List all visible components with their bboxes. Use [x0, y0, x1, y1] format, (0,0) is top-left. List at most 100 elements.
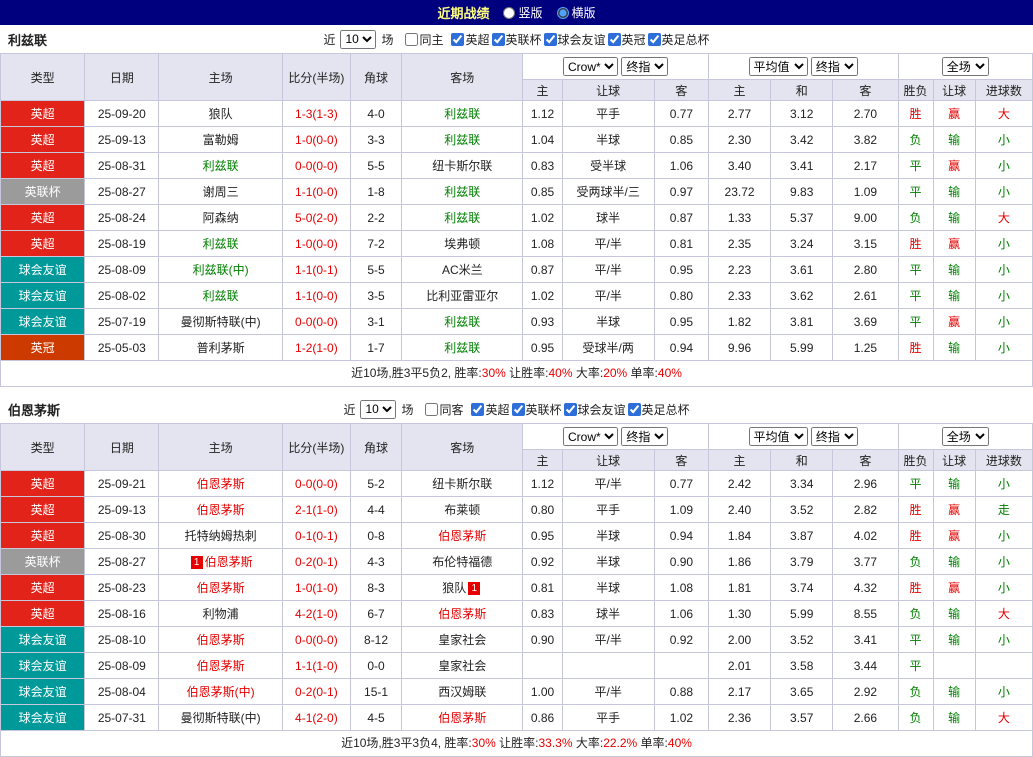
team-name: 利兹联 — [8, 30, 47, 49]
league-filter-checkbox[interactable] — [492, 33, 505, 46]
goals-result-cell: 小 — [975, 335, 1032, 361]
corner-score: 4-3 — [350, 549, 401, 575]
eu-stage-select[interactable]: 终指 — [811, 57, 858, 76]
col-goals: 进球数 — [975, 80, 1032, 101]
team-section: 利兹联 近10场同主英超英联杯球会友谊英冠英足总杯 类型 日期 主场 比分(半场… — [0, 25, 1033, 387]
corner-score: 4-0 — [350, 101, 401, 127]
league-filter-checkbox[interactable] — [608, 33, 621, 46]
recent-count-select[interactable]: 10 — [360, 400, 396, 419]
league-filter[interactable]: 英冠 — [608, 31, 646, 48]
scope-select[interactable]: 全场 — [942, 427, 989, 446]
horizontal-radio[interactable] — [557, 7, 569, 19]
eu-home-odds: 2.30 — [708, 127, 770, 153]
goals-result-cell: 小 — [975, 679, 1032, 705]
league-filter-label: 球会友谊 — [558, 31, 606, 48]
league-filter-checkbox[interactable] — [564, 403, 577, 416]
away-team: 利兹联 — [402, 101, 523, 127]
eu-bookmaker-select[interactable]: 平均值 — [749, 427, 808, 446]
away-team: 纽卡斯尔联 — [402, 471, 523, 497]
corner-score: 6-7 — [350, 601, 401, 627]
euro-odds-controls: 平均值 终指 — [708, 424, 898, 450]
eu-stage-select[interactable]: 终指 — [811, 427, 858, 446]
handicap-result-cell: 赢 — [933, 497, 975, 523]
handicap-result-cell: 输 — [933, 335, 975, 361]
col-result: 胜负 — [898, 450, 933, 471]
league-type-badge: 英联杯 — [1, 179, 85, 205]
result-cell: 负 — [898, 679, 933, 705]
col-ah-line: 让球 — [562, 80, 654, 101]
league-filter[interactable]: 英足总杯 — [648, 31, 710, 48]
summary-label: 单率: — [637, 736, 668, 750]
league-type-badge: 球会友谊 — [1, 679, 85, 705]
near-label: 近 — [323, 31, 335, 48]
goals-result-cell: 小 — [975, 627, 1032, 653]
eu-draw-odds: 3.52 — [771, 627, 833, 653]
handicap-result-cell: 输 — [933, 283, 975, 309]
handicap-result-cell: 赢 — [933, 231, 975, 257]
eu-away-odds: 4.02 — [833, 523, 898, 549]
home-team: 曼彻斯特联(中) — [159, 705, 282, 731]
league-filter-checkbox[interactable] — [451, 33, 464, 46]
eu-home-odds: 1.86 — [708, 549, 770, 575]
ah-bookmaker-select[interactable]: Crow* — [563, 427, 618, 446]
col-score: 比分(半场) — [282, 424, 350, 471]
league-type-badge: 英超 — [1, 205, 85, 231]
eu-bookmaker-select[interactable]: 平均值 — [749, 57, 808, 76]
league-filter[interactable]: 球会友谊 — [564, 401, 626, 418]
eu-away-odds: 2.92 — [833, 679, 898, 705]
eu-away-odds: 3.82 — [833, 127, 898, 153]
league-filter-checkbox[interactable] — [512, 403, 525, 416]
table-row: 英联杯25-08-27谢周三1-1(0-0)1-8利兹联0.85受两球半/三0.… — [1, 179, 1033, 205]
ah-line: 半球 — [562, 549, 654, 575]
eu-home-odds: 2.77 — [708, 101, 770, 127]
handicap-result-cell: 赢 — [933, 101, 975, 127]
away-team-name: 布莱顿 — [444, 501, 480, 518]
col-eu-away: 客 — [833, 450, 898, 471]
ah-stage-select[interactable]: 终指 — [621, 427, 668, 446]
col-corner: 角球 — [350, 54, 401, 101]
view-option-vertical[interactable]: 竖版 — [503, 4, 542, 21]
match-date: 25-08-27 — [85, 549, 159, 575]
league-filter[interactable]: 英联杯 — [512, 401, 562, 418]
ah-bookmaker-select[interactable]: Crow* — [563, 57, 618, 76]
league-filter[interactable]: 英联杯 — [492, 31, 542, 48]
home-team-name: 利兹联(中) — [193, 261, 249, 278]
scope-select[interactable]: 全场 — [942, 57, 989, 76]
col-handicap-result: 让球 — [933, 80, 975, 101]
away-team-name: 利兹联 — [444, 105, 480, 122]
vertical-radio-label: 竖版 — [518, 4, 542, 21]
league-filter-checkbox[interactable] — [628, 403, 641, 416]
same-venue-checkbox[interactable] — [405, 33, 418, 46]
league-filter[interactable]: 英超 — [451, 31, 489, 48]
goals-result-cell: 大 — [975, 601, 1032, 627]
col-ah-away: 客 — [654, 80, 708, 101]
section-header: 利兹联 近10场同主英超英联杯球会友谊英冠英足总杯 — [0, 25, 1033, 53]
eu-draw-odds: 3.42 — [771, 127, 833, 153]
home-team: 伯恩茅斯 — [159, 497, 282, 523]
ah-line: 受半球 — [562, 153, 654, 179]
league-filter[interactable]: 英足总杯 — [628, 401, 690, 418]
table-row: 英超25-09-21伯恩茅斯0-0(0-0)5-2纽卡斯尔联1.12平/半0.7… — [1, 471, 1033, 497]
league-filter-checkbox[interactable] — [648, 33, 661, 46]
league-filter-checkbox[interactable] — [471, 403, 484, 416]
same-venue-filter[interactable]: 同客 — [425, 401, 463, 418]
ah-line: 球半 — [562, 601, 654, 627]
ah-stage-select[interactable]: 终指 — [621, 57, 668, 76]
eu-away-odds: 3.41 — [833, 627, 898, 653]
same-venue-filter[interactable]: 同主 — [405, 31, 443, 48]
league-filter[interactable]: 球会友谊 — [544, 31, 606, 48]
col-away: 客场 — [402, 54, 523, 101]
score: 0-2(0-1) — [282, 679, 350, 705]
ah-line: 平/半 — [562, 257, 654, 283]
vertical-radio[interactable] — [503, 7, 515, 19]
league-filter-label: 英足总杯 — [662, 31, 710, 48]
away-team: 利兹联 — [402, 335, 523, 361]
same-venue-checkbox[interactable] — [425, 403, 438, 416]
league-filter-checkbox[interactable] — [544, 33, 557, 46]
view-option-horizontal[interactable]: 横版 — [557, 4, 596, 21]
team-name: 伯恩茅斯 — [8, 400, 60, 419]
corner-score: 3-3 — [350, 127, 401, 153]
recent-count-select[interactable]: 10 — [340, 30, 376, 49]
league-filter[interactable]: 英超 — [471, 401, 509, 418]
col-ah-line: 让球 — [562, 450, 654, 471]
